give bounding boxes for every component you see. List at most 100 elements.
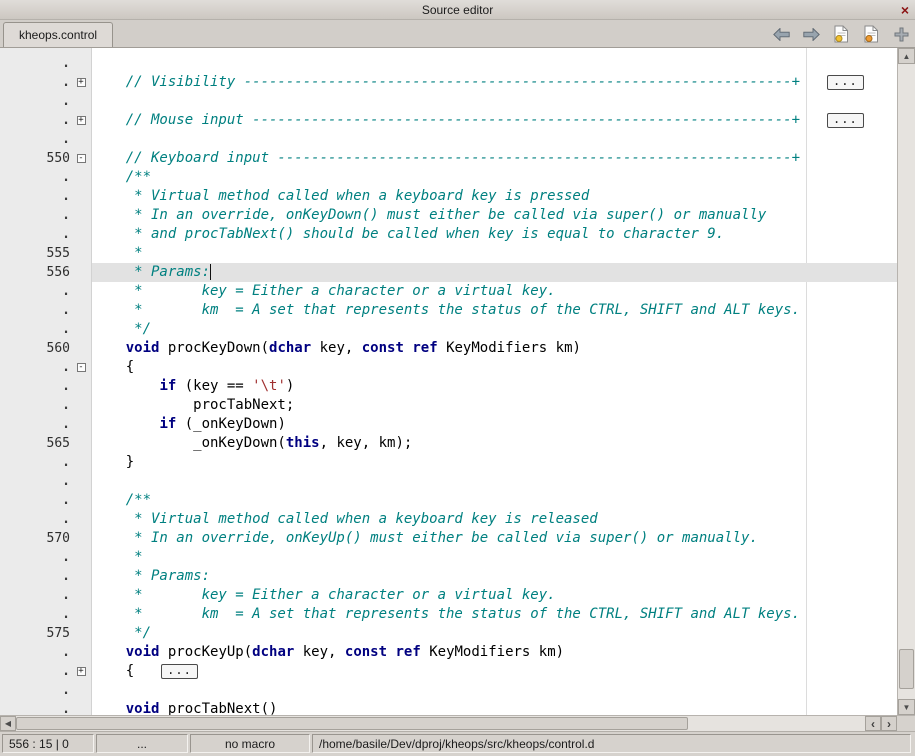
code-text[interactable]: * Params: <box>92 567 897 586</box>
code-line[interactable]: . void procKeyUp(dchar key, const ref Ke… <box>0 643 897 662</box>
jump-back-button[interactable] <box>770 23 792 45</box>
code-text[interactable] <box>92 472 897 491</box>
code-text[interactable]: /** <box>92 491 897 510</box>
code-line[interactable]: . /** <box>0 168 897 187</box>
code-line[interactable]: . * km = A set that represents the statu… <box>0 605 897 624</box>
fold-toggle-icon[interactable]: + <box>70 111 92 130</box>
fold-toggle-icon[interactable]: - <box>70 149 92 168</box>
code-text[interactable]: void procKeyUp(dchar key, const ref KeyM… <box>92 643 897 662</box>
code-line[interactable]: .+ // Mouse input ----------------------… <box>0 111 897 130</box>
vertical-scroll-track[interactable] <box>898 64 915 699</box>
collapsed-fold-ellipsis[interactable]: ... <box>161 664 198 679</box>
code-line[interactable]: .+ {... <box>0 662 897 681</box>
line-dot: . <box>0 510 70 529</box>
code-text[interactable]: // Mouse input -------------------------… <box>92 111 897 130</box>
code-text[interactable]: void procKeyDown(dchar key, const ref Ke… <box>92 339 897 358</box>
code-line[interactable]: . <box>0 92 897 111</box>
code-line[interactable]: . * In an override, onKeyDown() must eit… <box>0 206 897 225</box>
vertical-scroll-thumb[interactable] <box>899 649 914 689</box>
code-text[interactable]: * key = Either a character or a virtual … <box>92 282 897 301</box>
code-line[interactable]: 560 void procKeyDown(dchar key, const re… <box>0 339 897 358</box>
code-line[interactable]: . */ <box>0 320 897 339</box>
code-text[interactable] <box>92 92 897 111</box>
code-text[interactable]: * and procTabNext() should be called whe… <box>92 225 897 244</box>
code-line[interactable]: . * key = Either a character or a virtua… <box>0 586 897 605</box>
fold-toggle-icon[interactable]: + <box>70 73 92 92</box>
code-line[interactable]: 550- // Keyboard input -----------------… <box>0 149 897 168</box>
document-button-1[interactable] <box>830 23 852 45</box>
code-line[interactable]: . * <box>0 548 897 567</box>
code-line[interactable]: 565 _onKeyDown(this, key, km); <box>0 434 897 453</box>
tab-kheops-control[interactable]: kheops.control <box>3 22 113 47</box>
code-line[interactable]: . <box>0 130 897 149</box>
code-line[interactable]: . * km = A set that represents the statu… <box>0 301 897 320</box>
code-text[interactable]: * Virtual method called when a keyboard … <box>92 187 897 206</box>
code-text[interactable] <box>92 130 897 149</box>
code-text[interactable]: procTabNext; <box>92 396 897 415</box>
code-text[interactable]: * km = A set that represents the status … <box>92 301 897 320</box>
code-viewport[interactable]: ..+ // Visibility ----------------------… <box>0 48 897 715</box>
code-line[interactable]: . /** <box>0 491 897 510</box>
code-line[interactable]: 556 * Params: <box>0 263 897 282</box>
vertical-scrollbar[interactable]: ▲ ▼ <box>897 48 915 715</box>
scroll-down-button[interactable]: ▼ <box>898 699 915 715</box>
code-line[interactable]: .- { <box>0 358 897 377</box>
collapsed-fold-ellipsis[interactable]: ... <box>827 113 864 128</box>
code-text[interactable]: * <box>92 244 897 263</box>
code-line[interactable]: 575 */ <box>0 624 897 643</box>
collapsed-fold-ellipsis[interactable]: ... <box>827 75 864 90</box>
code-text[interactable]: /** <box>92 168 897 187</box>
code-text[interactable]: * Params: <box>92 263 897 282</box>
fold-column <box>70 529 92 548</box>
code-text[interactable]: // Keyboard input ----------------------… <box>92 149 897 168</box>
code-text[interactable]: if (_onKeyDown) <box>92 415 897 434</box>
document-button-2[interactable] <box>860 23 882 45</box>
code-text[interactable] <box>92 681 897 700</box>
code-line[interactable]: . * and procTabNext() should be called w… <box>0 225 897 244</box>
code-text[interactable]: * key = Either a character or a virtual … <box>92 586 897 605</box>
code-line[interactable]: . } <box>0 453 897 472</box>
code-line[interactable]: . <box>0 54 897 73</box>
code-text[interactable] <box>92 54 897 73</box>
code-line[interactable]: .+ // Visibility -----------------------… <box>0 73 897 92</box>
fold-toggle-icon[interactable]: - <box>70 358 92 377</box>
horizontal-scrollbar[interactable]: ◀ ‹ › <box>0 715 897 731</box>
code-text[interactable]: _onKeyDown(this, key, km); <box>92 434 897 453</box>
scroll-up-button[interactable]: ▲ <box>898 48 915 64</box>
scroll-step-left-button[interactable]: ‹ <box>865 716 881 731</box>
code-line[interactable]: . * Virtual method called when a keyboar… <box>0 510 897 529</box>
scroll-left-button[interactable]: ◀ <box>0 716 16 731</box>
code-line[interactable]: . <box>0 472 897 491</box>
code-line[interactable]: . procTabNext; <box>0 396 897 415</box>
detach-button[interactable] <box>890 23 912 45</box>
code-line[interactable]: 570 * In an override, onKeyUp() must eit… <box>0 529 897 548</box>
code-text[interactable]: {... <box>92 662 897 681</box>
code-text[interactable]: void procTabNext() <box>92 700 897 715</box>
code-text[interactable]: * In an override, onKeyDown() must eithe… <box>92 206 897 225</box>
code-text[interactable]: { <box>92 358 897 377</box>
status-panel-ellipsis: ... <box>96 734 188 753</box>
code-text[interactable]: */ <box>92 320 897 339</box>
code-text[interactable]: * <box>92 548 897 567</box>
code-line[interactable]: 555 * <box>0 244 897 263</box>
close-button[interactable]: × <box>901 1 909 19</box>
code-text[interactable]: } <box>92 453 897 472</box>
fold-toggle-icon[interactable]: + <box>70 662 92 681</box>
code-line[interactable]: . * key = Either a character or a virtua… <box>0 282 897 301</box>
code-text[interactable]: * km = A set that represents the status … <box>92 605 897 624</box>
horizontal-scroll-thumb[interactable] <box>16 717 688 730</box>
code-text[interactable]: * In an override, onKeyUp() must either … <box>92 529 897 548</box>
code-line[interactable]: . if (_onKeyDown) <box>0 415 897 434</box>
code-line[interactable]: . if (key == '\t') <box>0 377 897 396</box>
horizontal-scroll-track[interactable] <box>16 716 865 731</box>
jump-forward-button[interactable] <box>800 23 822 45</box>
scroll-step-right-button[interactable]: › <box>881 716 897 731</box>
code-line[interactable]: . void procTabNext() <box>0 700 897 715</box>
code-line[interactable]: . * Params: <box>0 567 897 586</box>
code-text[interactable]: // Visibility --------------------------… <box>92 73 897 92</box>
code-line[interactable]: . <box>0 681 897 700</box>
code-line[interactable]: . * Virtual method called when a keyboar… <box>0 187 897 206</box>
code-text[interactable]: * Virtual method called when a keyboard … <box>92 510 897 529</box>
code-text[interactable]: if (key == '\t') <box>92 377 897 396</box>
code-text[interactable]: */ <box>92 624 897 643</box>
